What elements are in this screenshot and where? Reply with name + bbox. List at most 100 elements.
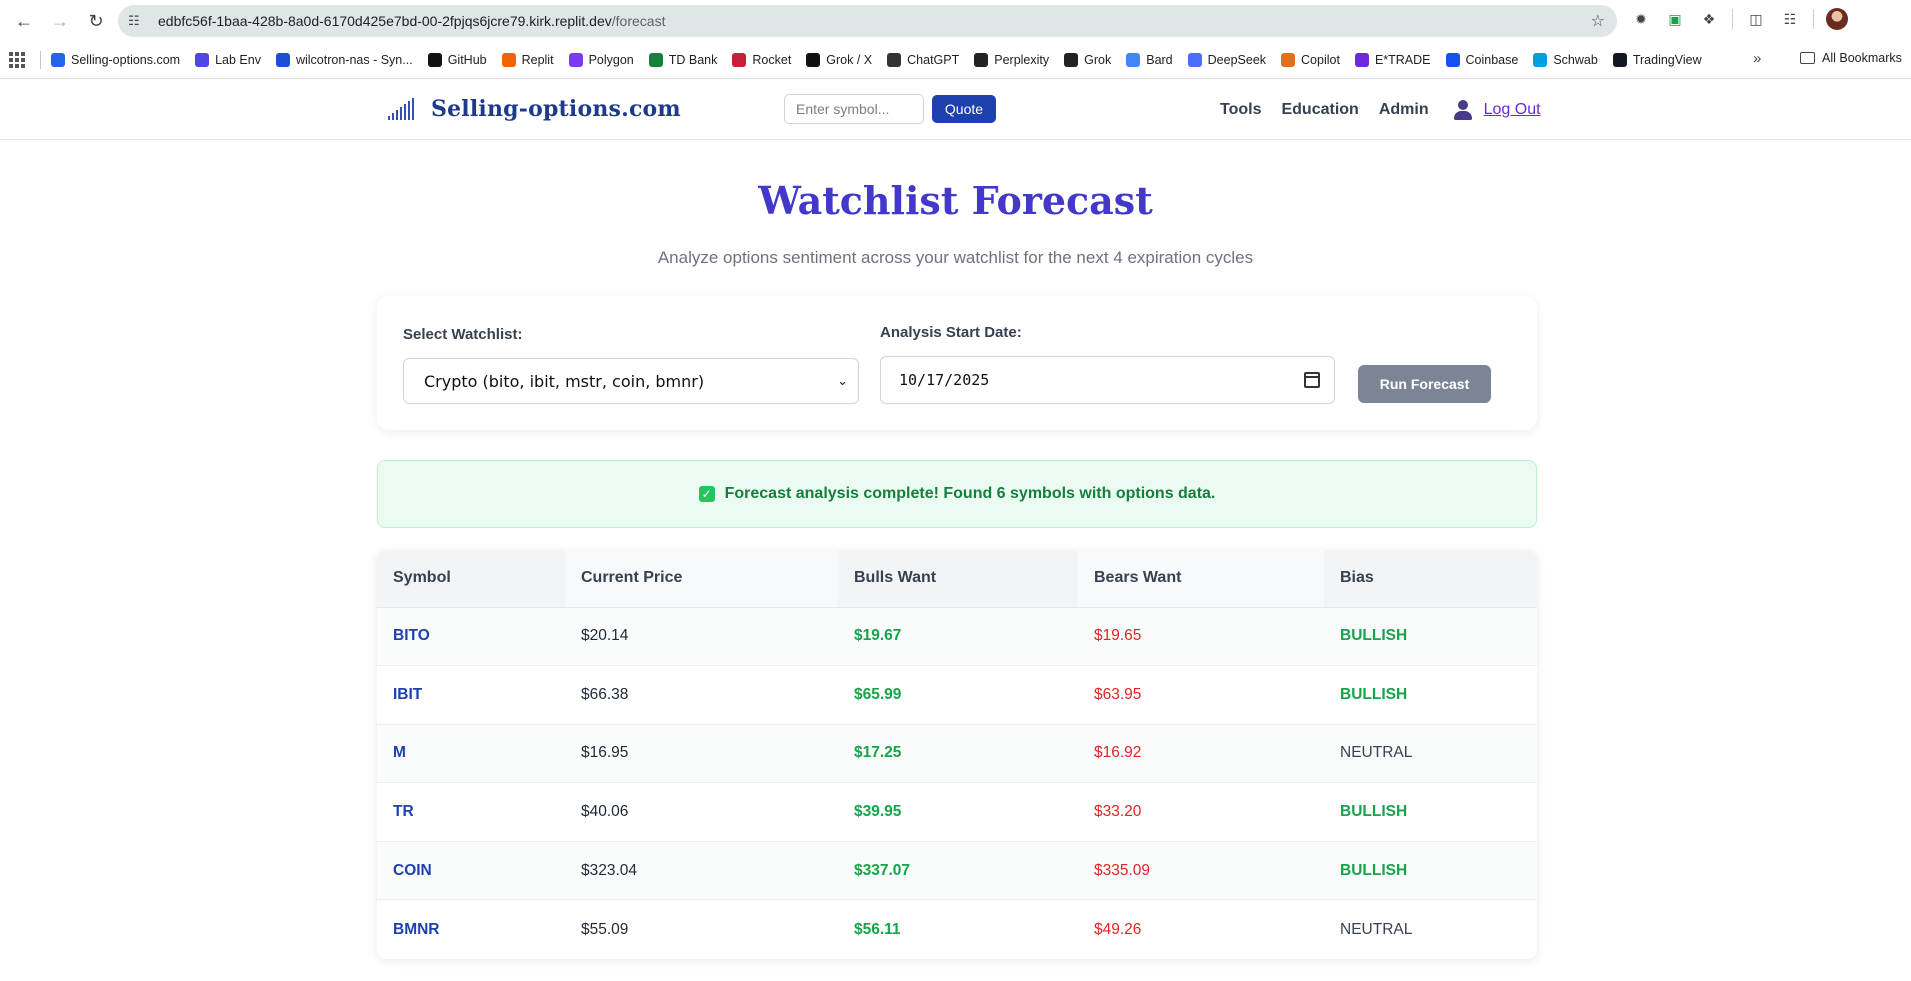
top-navigation: Tools Education Admin Log Out bbox=[1220, 100, 1541, 120]
symbol-search-input[interactable] bbox=[784, 94, 924, 124]
current-price-cell: $66.38 bbox=[565, 665, 838, 725]
copilot-icon bbox=[1281, 53, 1296, 67]
folder-icon bbox=[1800, 52, 1815, 64]
bookmark-label: wilcotron-nas - Syn... bbox=[295, 53, 413, 67]
bookmark-item[interactable]: E*TRADE bbox=[1354, 53, 1431, 67]
bookmark-label: ChatGPT bbox=[907, 53, 960, 67]
nav-education[interactable]: Education bbox=[1281, 101, 1358, 119]
logout-link[interactable]: Log Out bbox=[1484, 101, 1541, 119]
chatgpt-extension-icon[interactable]: ✹ bbox=[1630, 8, 1652, 30]
back-arrow-icon[interactable]: ← bbox=[8, 5, 40, 37]
bookmark-label: Grok / X bbox=[826, 53, 873, 67]
bookmark-label: Lab Env bbox=[215, 53, 261, 67]
bookmark-item[interactable]: Grok / X bbox=[806, 53, 872, 67]
nav-tools[interactable]: Tools bbox=[1220, 101, 1261, 119]
bias-cell: BULLISH bbox=[1324, 782, 1537, 842]
bookmark-item[interactable]: Selling-options.com bbox=[51, 53, 180, 67]
bookmark-item[interactable]: Grok bbox=[1064, 53, 1111, 67]
bookmark-item[interactable]: Perplexity bbox=[974, 53, 1049, 67]
puzzle-extensions-icon[interactable]: ❖ bbox=[1698, 8, 1720, 30]
quote-button[interactable]: Quote bbox=[932, 95, 996, 123]
forecast-table-card: Symbol Current Price Bulls Want Bears Wa… bbox=[377, 550, 1537, 959]
bookmark-label: Rocket bbox=[752, 53, 792, 67]
bookmark-label: TD Bank bbox=[668, 53, 718, 67]
bookmark-item[interactable]: Coinbase bbox=[1445, 53, 1519, 67]
site-header: Selling-options.com Quote Tools Educatio… bbox=[0, 80, 1911, 140]
logo-text: Selling-options.com bbox=[431, 96, 681, 122]
table-row: BITO $20.14 $19.67 $19.65 BULLISH bbox=[377, 607, 1537, 667]
toolbar-divider bbox=[1813, 9, 1814, 29]
start-date-input[interactable]: 10/17/2025 bbox=[880, 356, 1335, 404]
table-row: IBIT $66.38 $65.99 $63.95 BULLISH bbox=[377, 665, 1537, 725]
more-bookmarks-icon[interactable]: » bbox=[1753, 50, 1761, 67]
tradingview-icon bbox=[1612, 53, 1627, 67]
bar-chart-logo-icon bbox=[388, 98, 414, 120]
nav-admin[interactable]: Admin bbox=[1379, 101, 1429, 119]
symbol-link[interactable]: M bbox=[377, 724, 565, 784]
chart-favicon-icon bbox=[195, 53, 210, 67]
symbol-link[interactable]: BITO bbox=[377, 607, 565, 667]
profile-avatar[interactable] bbox=[1826, 8, 1848, 30]
bookmark-item[interactable]: Schwab bbox=[1533, 53, 1598, 67]
all-bookmarks-button[interactable]: All Bookmarks bbox=[1800, 51, 1902, 65]
symbol-link[interactable]: IBIT bbox=[377, 665, 565, 725]
so-favicon-icon bbox=[51, 53, 65, 67]
bookmark-item[interactable]: Polygon bbox=[568, 53, 634, 67]
bulls-want-cell: $65.99 bbox=[838, 665, 1078, 725]
bookmark-item[interactable]: Lab Env bbox=[195, 53, 261, 67]
bookmark-item[interactable]: Copilot bbox=[1281, 53, 1340, 67]
url-text[interactable]: edbfc56f-1baa-428b-8a0d-6170d425e7bd-00-… bbox=[158, 13, 1591, 29]
bookmark-item[interactable]: DeepSeek bbox=[1187, 53, 1267, 67]
bookmark-item[interactable]: ChatGPT bbox=[887, 53, 959, 67]
bulls-want-cell: $39.95 bbox=[838, 782, 1078, 842]
bookmark-label: DeepSeek bbox=[1207, 53, 1267, 67]
apps-grid-icon[interactable] bbox=[8, 51, 26, 69]
site-info-icon[interactable]: ☷ bbox=[128, 13, 148, 29]
watchlist-select[interactable]: Crypto (bito, ibit, mstr, coin, bmnr) ⌄ bbox=[403, 358, 859, 404]
bears-want-cell: $63.95 bbox=[1078, 665, 1324, 725]
robot-extension-icon[interactable]: ▣ bbox=[1664, 8, 1686, 30]
bookmark-item[interactable]: wilcotron-nas - Syn... bbox=[275, 53, 413, 67]
bookmark-label: Coinbase bbox=[1465, 53, 1519, 67]
bookmark-item[interactable]: Replit bbox=[501, 53, 554, 67]
bookmark-item[interactable]: TD Bank bbox=[648, 53, 718, 67]
deepseek-icon bbox=[1187, 53, 1202, 67]
user-icon[interactable] bbox=[1453, 100, 1473, 120]
bookmark-label: GitHub bbox=[447, 53, 487, 67]
bias-cell: BULLISH bbox=[1324, 841, 1537, 901]
address-bar[interactable]: ☷ edbfc56f-1baa-428b-8a0d-6170d425e7bd-0… bbox=[118, 5, 1617, 37]
symbol-link[interactable]: BMNR bbox=[377, 900, 565, 959]
success-alert: ✓ Forecast analysis complete! Found 6 sy… bbox=[377, 460, 1537, 528]
symbol-link[interactable]: TR bbox=[377, 782, 565, 842]
tab-search-icon[interactable]: ◫ bbox=[1745, 8, 1767, 30]
bears-want-cell: $16.92 bbox=[1078, 724, 1324, 784]
bias-cell: NEUTRAL bbox=[1324, 724, 1537, 784]
bookmark-item[interactable]: GitHub bbox=[427, 53, 487, 67]
table-header-row: Symbol Current Price Bulls Want Bears Wa… bbox=[377, 550, 1537, 608]
chatgpt-icon bbox=[887, 53, 902, 67]
calendar-icon[interactable] bbox=[1304, 372, 1320, 388]
page-subtitle: Analyze options sentiment across your wa… bbox=[657, 248, 1254, 267]
reload-icon[interactable]: ↻ bbox=[80, 5, 112, 37]
header-symbol: Symbol bbox=[377, 550, 565, 608]
run-forecast-button[interactable]: Run Forecast bbox=[1358, 365, 1491, 403]
reading-list-icon[interactable]: ☷ bbox=[1779, 8, 1801, 30]
bookmarks-bar: Selling-options.com Lab Env wilcotron-nas … bbox=[0, 42, 1911, 79]
bookmark-star-icon[interactable]: ☆ bbox=[1591, 11, 1605, 31]
bookmark-label: Bard bbox=[1146, 53, 1173, 67]
github-icon bbox=[427, 53, 442, 67]
bookmark-item[interactable]: Rocket bbox=[732, 53, 791, 67]
x-icon bbox=[806, 53, 821, 67]
bookmark-item[interactable]: Bard bbox=[1126, 53, 1173, 67]
bookmarks-divider bbox=[40, 51, 41, 69]
table-row: TR $40.06 $39.95 $33.20 BULLISH bbox=[377, 782, 1537, 842]
bulls-want-cell: $19.67 bbox=[838, 607, 1078, 667]
site-logo[interactable]: Selling-options.com bbox=[388, 96, 681, 122]
extensions-area: ✹ ▣ ❖ ◫ ☷ bbox=[1630, 8, 1848, 30]
bookmark-label: Grok bbox=[1084, 53, 1112, 67]
bookmark-item[interactable]: TradingView bbox=[1612, 53, 1702, 67]
forward-arrow-icon[interactable]: → bbox=[44, 5, 76, 37]
current-price-cell: $55.09 bbox=[581, 920, 629, 938]
symbol-link[interactable]: COIN bbox=[377, 841, 565, 901]
bulls-want-cell: $56.11 bbox=[854, 920, 901, 938]
